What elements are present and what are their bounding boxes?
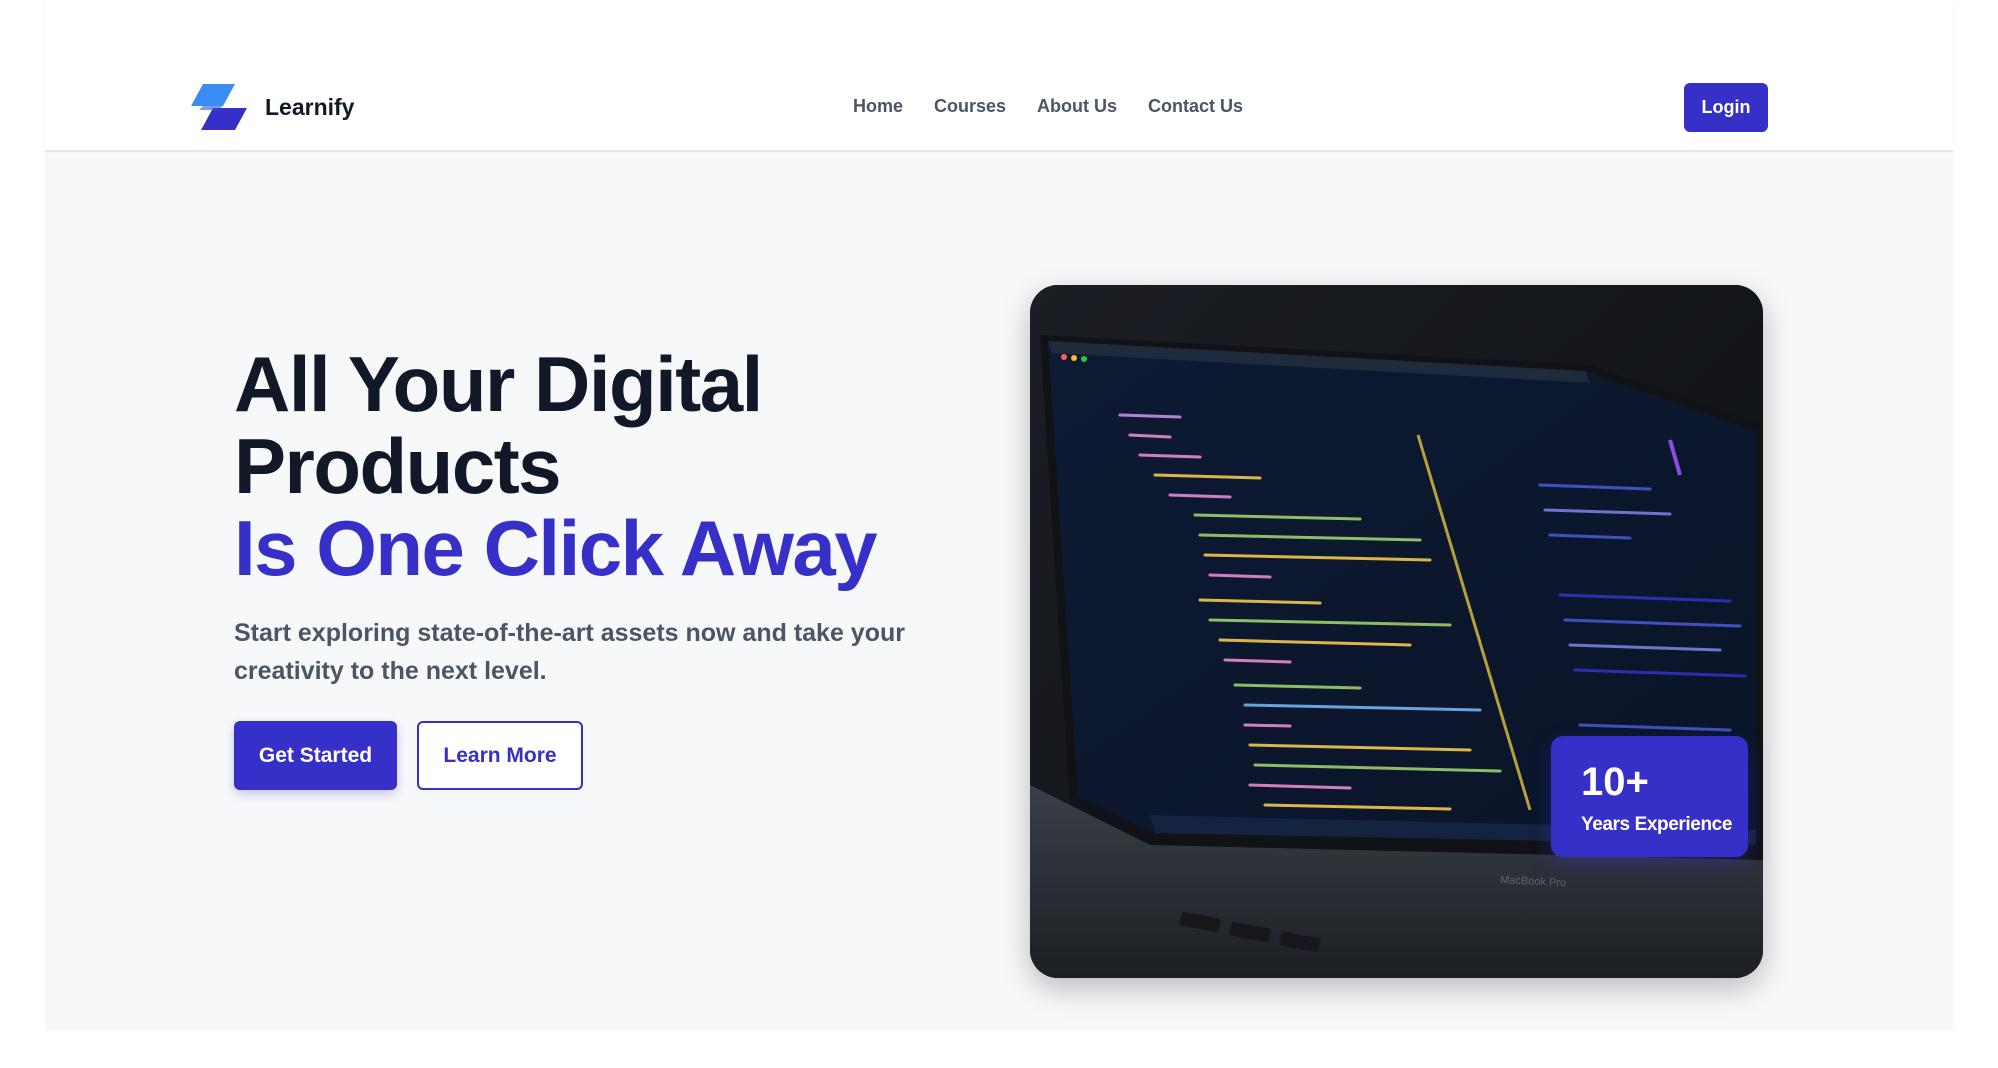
main-nav: Home Courses About Us Contact Us: [853, 96, 1243, 117]
hero-section: All Your Digital Products Is One Click A…: [45, 153, 1953, 1030]
nav-link-home[interactable]: Home: [853, 96, 903, 117]
learn-more-button[interactable]: Learn More: [417, 721, 583, 790]
login-button[interactable]: Login: [1684, 83, 1768, 132]
nav-link-courses[interactable]: Courses: [934, 96, 1006, 117]
hero-headline: All Your Digital Products Is One Click A…: [234, 340, 878, 592]
headline-line-1: All Your Digital: [234, 340, 763, 428]
experience-badge: 10+ Years Experience: [1551, 736, 1748, 857]
nav-link-about-us[interactable]: About Us: [1037, 96, 1117, 117]
experience-label: Years Experience: [1581, 814, 1732, 835]
brand[interactable]: Learnify: [189, 84, 354, 130]
landing-page: Learnify Home Courses About Us Contact U…: [0, 0, 1998, 1068]
parallelogram-logo-icon: [189, 84, 249, 130]
experience-value: 10+: [1581, 760, 1649, 804]
hero-subtext: Start exploring state-of-the-art assets …: [234, 619, 905, 685]
brand-name: Learnify: [265, 93, 355, 120]
nav-link-contact-us[interactable]: Contact Us: [1148, 96, 1243, 117]
get-started-button[interactable]: Get Started: [234, 721, 397, 790]
headline-accent: Is One Click Away: [234, 504, 878, 592]
headline-line-2: Products: [234, 422, 562, 510]
hero-laptop-image: MacBook Pro: [1030, 285, 1763, 978]
